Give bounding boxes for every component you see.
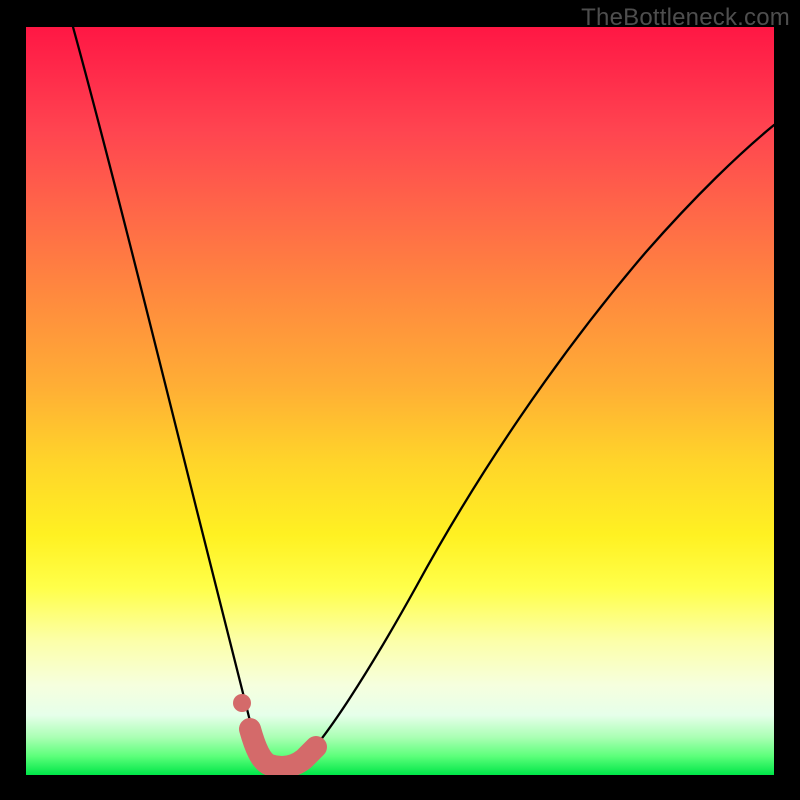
highlight-segment	[250, 729, 316, 767]
marker-dot	[233, 694, 251, 712]
watermark-text: TheBottleneck.com	[581, 4, 790, 32]
bottleneck-plot	[26, 27, 774, 775]
chart-canvas	[26, 27, 774, 775]
bottleneck-curve	[73, 27, 774, 769]
